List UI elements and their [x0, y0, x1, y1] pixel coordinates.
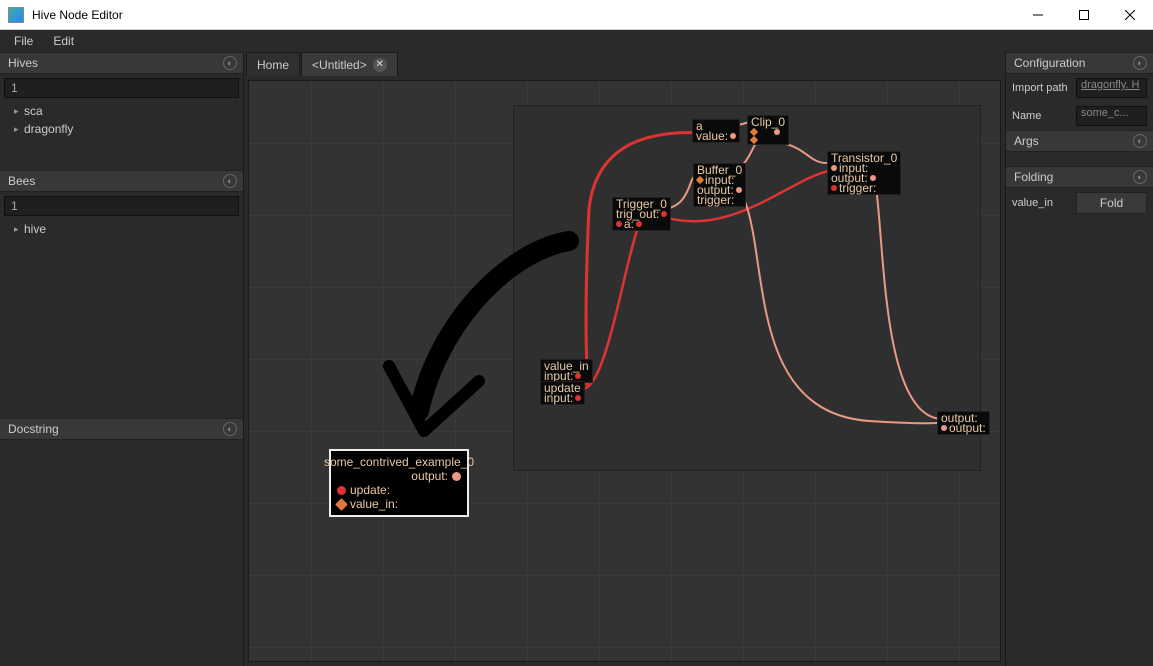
name-label: Name [1012, 110, 1070, 122]
bees-header[interactable]: Bees ◐ [0, 170, 243, 192]
args-header[interactable]: Args ◐ [1006, 130, 1153, 152]
hives-title: Hives [8, 56, 223, 70]
args-body [1006, 152, 1153, 166]
collapse-icon[interactable]: ◐ [1133, 170, 1147, 184]
tabbar: Home <Untitled> ✕ [244, 52, 1005, 76]
node-a[interactable]: a value: [692, 119, 740, 143]
node-some-contrived-example[interactable]: some_contrived_example_0 output: update:… [329, 449, 469, 517]
port-update[interactable] [337, 486, 346, 495]
menu-edit[interactable]: Edit [43, 31, 84, 51]
port-value-in[interactable] [335, 498, 348, 511]
tree-item-dragonfly[interactable]: ▸dragonfly [0, 120, 243, 138]
collapse-icon[interactable]: ◐ [1133, 56, 1147, 70]
fold-button[interactable]: Fold [1076, 192, 1147, 214]
right-column: Configuration ◐ Import path dragonfly. H… [1005, 52, 1153, 666]
folding-header[interactable]: Folding ◐ [1006, 166, 1153, 188]
port[interactable] [616, 221, 622, 227]
port[interactable] [575, 395, 581, 401]
chevron-right-icon: ▸ [14, 224, 24, 235]
hives-search[interactable]: 1 [4, 78, 239, 98]
port-output[interactable] [452, 472, 461, 481]
bees-body: 1 ▸hive [0, 192, 243, 418]
menubar: File Edit [0, 30, 1153, 52]
port[interactable] [831, 185, 837, 191]
minimize-icon [1033, 10, 1043, 20]
left-column: Hives ◐ 1 ▸sca ▸dragonfly Bees ◐ 1 ▸hive… [0, 52, 244, 666]
collapse-icon[interactable]: ◐ [223, 56, 237, 70]
node-title: some_contrived_example_0 [337, 455, 461, 469]
config-name-row: Name some_c... [1006, 102, 1153, 130]
center-column: Home <Untitled> ✕ a [244, 52, 1005, 666]
port[interactable] [636, 221, 642, 227]
docstring-title: Docstring [8, 422, 223, 436]
tab-home[interactable]: Home [246, 52, 300, 76]
docstring-header[interactable]: Docstring ◐ [0, 418, 243, 440]
collapse-icon[interactable]: ◐ [223, 422, 237, 436]
bees-search[interactable]: 1 [4, 196, 239, 216]
port[interactable] [774, 129, 780, 135]
folding-row: value_in Fold [1006, 188, 1153, 218]
node-update[interactable]: update input: [540, 381, 585, 405]
args-title: Args [1014, 134, 1133, 148]
port[interactable] [736, 187, 742, 193]
bees-title: Bees [8, 174, 223, 188]
chevron-right-icon: ▸ [14, 124, 24, 135]
node-transistor[interactable]: Transistor_0 input: output: trigger: [827, 151, 901, 195]
config-title: Configuration [1014, 56, 1133, 70]
docstring-body [0, 440, 243, 666]
tree-item-hive[interactable]: ▸hive [0, 220, 243, 238]
port[interactable] [575, 373, 581, 379]
tab-untitled[interactable]: <Untitled> ✕ [301, 52, 398, 76]
window-title: Hive Node Editor [32, 8, 1015, 22]
tab-close-icon[interactable]: ✕ [373, 58, 387, 72]
config-header[interactable]: Configuration ◐ [1006, 52, 1153, 74]
menu-file[interactable]: File [4, 31, 43, 51]
tree-item-sca[interactable]: ▸sca [0, 102, 243, 120]
port[interactable] [661, 211, 667, 217]
node-value-in[interactable]: value_in input: [540, 359, 593, 383]
close-icon [1125, 10, 1135, 20]
hives-header[interactable]: Hives ◐ [0, 52, 243, 74]
app-icon [8, 7, 24, 23]
node-clip[interactable]: Clip_0 [747, 115, 789, 145]
import-path-value[interactable]: dragonfly. H [1076, 78, 1147, 98]
node-canvas[interactable]: a value: Clip_0 Buffer_0 input: output: … [248, 80, 1001, 662]
folding-param-label: value_in [1012, 197, 1070, 209]
name-input[interactable]: some_c... [1076, 106, 1147, 126]
port[interactable] [750, 136, 758, 144]
main-area: Hives ◐ 1 ▸sca ▸dragonfly Bees ◐ 1 ▸hive… [0, 52, 1153, 666]
import-path-label: Import path [1012, 82, 1070, 94]
maximize-icon [1079, 10, 1089, 20]
node-output[interactable]: output: output: [937, 411, 990, 435]
minimize-button[interactable] [1015, 0, 1061, 30]
hives-body: 1 ▸sca ▸dragonfly [0, 74, 243, 170]
node-buffer[interactable]: Buffer_0 input: output: trigger: [693, 163, 746, 207]
config-import-path-row: Import path dragonfly. H [1006, 74, 1153, 102]
subgraph-box[interactable] [513, 105, 981, 471]
close-button[interactable] [1107, 0, 1153, 30]
titlebar: Hive Node Editor [0, 0, 1153, 30]
folding-title: Folding [1014, 170, 1133, 184]
collapse-icon[interactable]: ◐ [223, 174, 237, 188]
port[interactable] [941, 425, 947, 431]
collapse-icon[interactable]: ◐ [1133, 134, 1147, 148]
maximize-button[interactable] [1061, 0, 1107, 30]
node-trigger[interactable]: Trigger_0 trig_out: a: [612, 197, 671, 231]
port[interactable] [730, 133, 736, 139]
chevron-right-icon: ▸ [14, 106, 24, 117]
